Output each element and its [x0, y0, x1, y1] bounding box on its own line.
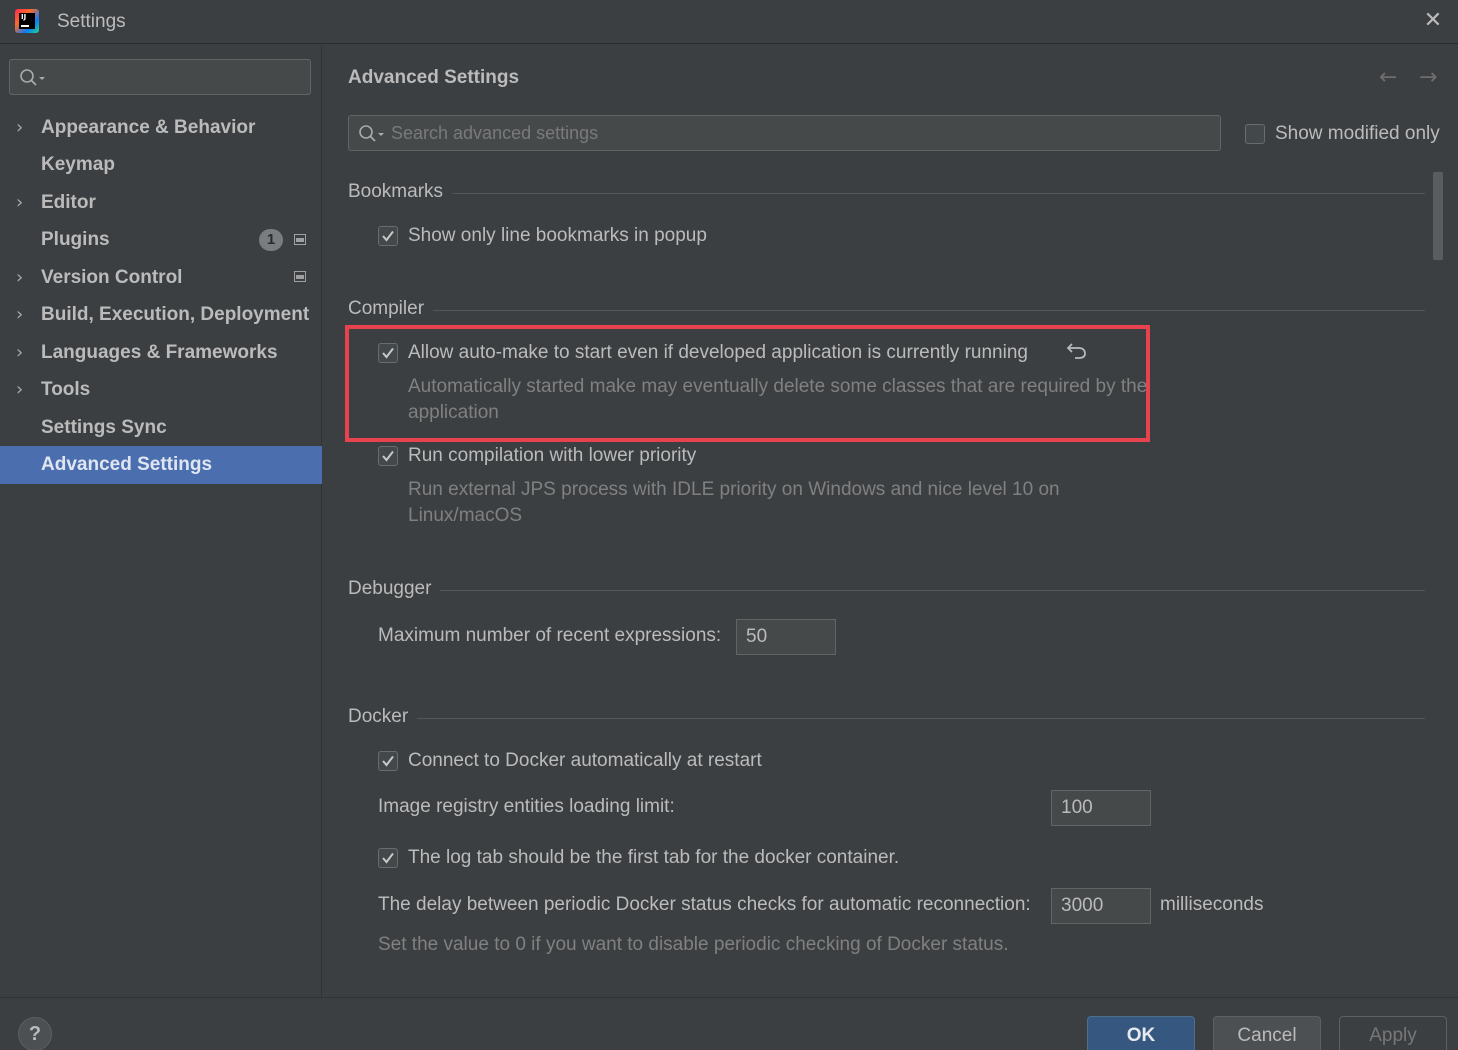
advanced-settings-search[interactable]: [348, 115, 1221, 151]
sidebar-item-keymap[interactable]: Keymap: [0, 146, 322, 184]
delay-hint: Set the value to 0 if you want to disabl…: [378, 934, 1009, 955]
section-divider: [348, 193, 1425, 194]
section-divider: [348, 590, 1425, 591]
project-level-icon: [294, 234, 306, 245]
section-title: Debugger: [348, 578, 441, 600]
settings-content: Advanced Settings ← → Show modified only…: [323, 45, 1458, 997]
sidebar-item-version-control[interactable]: › Version Control: [0, 259, 322, 297]
sidebar-item-advanced-settings[interactable]: Advanced Settings: [0, 446, 322, 484]
sidebar-item-label: Build, Execution, Deployment: [41, 304, 310, 325]
search-input[interactable]: [391, 120, 1191, 146]
sidebar-item-plugins[interactable]: Plugins 1: [0, 221, 322, 259]
chevron-right-icon: ›: [16, 304, 24, 325]
chevron-right-icon: ›: [16, 267, 24, 288]
back-arrow-icon[interactable]: ←: [1379, 65, 1397, 90]
checkbox-checked[interactable]: [378, 226, 398, 246]
ok-button[interactable]: OK: [1087, 1016, 1195, 1050]
delay-unit-label: milliseconds: [1160, 894, 1264, 915]
sidebar-item-label: Tools: [41, 379, 91, 400]
sidebar-item-label: Appearance & Behavior: [41, 117, 256, 138]
status-check-delay-input[interactable]: 3000: [1051, 888, 1151, 924]
update-count-badge: 1: [259, 229, 283, 251]
option-description: Run external JPS process with IDLE prior…: [408, 479, 1060, 526]
vertical-scrollbar[interactable]: [1433, 172, 1443, 260]
registry-limit-label: Image registry entities loading limit:: [378, 796, 675, 817]
title-bar: IJ Settings ✕: [0, 0, 1458, 44]
section-divider: [348, 310, 1425, 311]
sidebar-item-editor[interactable]: › Editor: [0, 184, 322, 222]
section-title: Bookmarks: [348, 181, 453, 203]
option-label: The log tab should be the first tab for …: [408, 847, 900, 868]
option-label: Run compilation with lower priority: [408, 445, 697, 466]
sidebar-item-tools[interactable]: › Tools: [0, 371, 322, 409]
search-icon: [20, 69, 45, 86]
max-recent-expressions-label: Maximum number of recent expressions:: [378, 625, 722, 646]
checkmark-icon: [382, 347, 394, 359]
close-icon[interactable]: ✕: [1422, 10, 1444, 32]
sidebar-item-languages-frameworks[interactable]: › Languages & Frameworks: [0, 334, 322, 372]
sidebar-item-label: Keymap: [41, 154, 115, 175]
section-debugger: Debugger: [348, 578, 1425, 602]
checkmark-icon: [382, 450, 394, 462]
section-title: Docker: [348, 706, 418, 728]
show-modified-label: Show modified only: [1275, 123, 1440, 144]
checkmark-icon: [382, 755, 394, 767]
cancel-button[interactable]: Cancel: [1213, 1016, 1321, 1050]
checkbox-checked[interactable]: [378, 751, 398, 771]
section-title: Compiler: [348, 298, 434, 320]
window-title: Settings: [57, 11, 126, 32]
sidebar-item-label: Version Control: [41, 267, 183, 288]
option-label: Connect to Docker automatically at resta…: [408, 750, 762, 771]
page-title: Advanced Settings: [348, 67, 520, 88]
max-recent-expressions-input[interactable]: 50: [736, 619, 836, 655]
checkbox-checked[interactable]: [378, 343, 398, 363]
chevron-right-icon: ›: [16, 342, 24, 363]
sidebar-item-label: Advanced Settings: [41, 454, 213, 475]
sidebar-item-settings-sync[interactable]: Settings Sync: [0, 409, 322, 447]
checkbox-unchecked[interactable]: [1245, 124, 1265, 144]
section-divider: [348, 718, 1425, 719]
section-compiler: Compiler: [348, 298, 1425, 322]
checkbox-checked[interactable]: [378, 848, 398, 868]
option-label: Show only line bookmarks in popup: [408, 225, 707, 246]
sidebar-item-label: Editor: [41, 192, 96, 213]
checkmark-icon: [382, 852, 394, 864]
sidebar-item-label: Plugins: [41, 229, 110, 250]
checkbox-checked[interactable]: [378, 446, 398, 466]
dialog-footer: ? OK Cancel Apply: [0, 997, 1458, 1050]
chevron-right-icon: ›: [16, 192, 24, 213]
apply-button[interactable]: Apply: [1339, 1016, 1447, 1050]
sidebar-item-label: Languages & Frameworks: [41, 342, 278, 363]
help-icon[interactable]: ?: [18, 1017, 52, 1050]
chevron-right-icon: ›: [16, 379, 24, 400]
search-icon: [359, 125, 384, 142]
sidebar-item-build-execution-deployment[interactable]: › Build, Execution, Deployment: [0, 296, 322, 334]
settings-sidebar: › Appearance & Behavior Keymap › Editor …: [0, 45, 322, 997]
option-description: Automatically started make may eventuall…: [408, 376, 1148, 423]
status-check-delay-label: The delay between periodic Docker status…: [378, 894, 1031, 915]
sidebar-item-appearance-behavior[interactable]: › Appearance & Behavior: [0, 109, 322, 147]
option-label: Allow auto-make to start even if develop…: [408, 342, 1028, 363]
intellij-logo-icon: IJ: [15, 9, 39, 33]
project-level-icon: [294, 271, 306, 282]
sidebar-item-label: Settings Sync: [41, 417, 167, 438]
section-docker: Docker: [348, 706, 1425, 730]
section-bookmarks: Bookmarks: [348, 181, 1425, 205]
checkmark-icon: [382, 230, 394, 242]
reset-undo-icon[interactable]: [1066, 341, 1088, 361]
forward-arrow-icon[interactable]: →: [1419, 65, 1437, 90]
sidebar-search-input[interactable]: [9, 59, 311, 95]
registry-limit-input[interactable]: 100: [1051, 790, 1151, 826]
chevron-right-icon: ›: [16, 117, 24, 138]
